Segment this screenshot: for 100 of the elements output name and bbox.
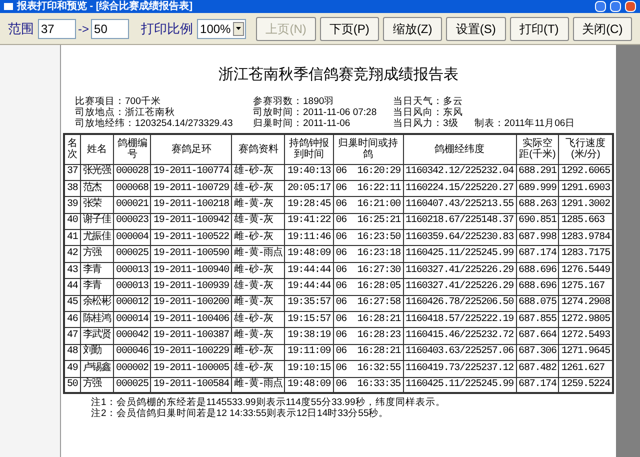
table-cell: 49 xyxy=(64,360,80,378)
table-cell: 雌-黄-灰 xyxy=(232,328,285,344)
table-cell: 42 xyxy=(64,246,80,262)
toolbar-button[interactable]: 下页(P) xyxy=(320,16,379,40)
table-cell: 李武贤 xyxy=(80,328,114,344)
table-cell: 雌-黄-灰 xyxy=(232,196,285,214)
table-cell: 688.263 xyxy=(516,196,559,214)
table-cell: 38 xyxy=(64,180,80,197)
table-cell: 687.306 xyxy=(516,344,559,361)
report-info-text: 司放地点：浙江苍南秋 xyxy=(75,107,176,118)
column-header: 姓名 xyxy=(80,134,114,164)
note-text: 注2：会员信鸽归巢时间若是12 14:33:55则表示12日14时33分55秒。 xyxy=(91,408,390,420)
toolbar-button[interactable]: 关闭(C) xyxy=(572,16,632,40)
table-cell: 687.855 xyxy=(516,312,559,328)
report-title: 浙江苍南秋季信鸽赛竞翔成绩报告表 xyxy=(218,67,458,82)
range-label: 范围 xyxy=(8,20,34,38)
toolbar-button[interactable]: 打印(T) xyxy=(510,16,569,40)
table-cell: 000025 xyxy=(114,377,151,394)
table-cell: 43 xyxy=(64,262,80,279)
table-cell: 06 16:33:35 xyxy=(333,377,404,394)
table-cell: 000042 xyxy=(114,328,151,344)
table-cell: 687.998 xyxy=(516,230,559,246)
table-cell: 余松彬 xyxy=(80,295,114,312)
table-cell: 000028 xyxy=(114,164,151,180)
table-cell: 06 16:22:11 xyxy=(333,180,404,197)
table-cell: 687.174 xyxy=(516,246,559,262)
table-cell: 45 xyxy=(64,295,80,312)
table-cell: 19-2011-100522 xyxy=(150,230,232,246)
table-cell: 19:11:09 xyxy=(284,344,334,361)
table-cell: 37 xyxy=(64,164,80,180)
table-cell: 19:40:13 xyxy=(284,164,334,180)
table-cell: 1272.9805 xyxy=(558,312,613,328)
scale-label: 打印比例 xyxy=(141,20,194,38)
table-cell: 40 xyxy=(64,213,80,230)
table-cell: 41 xyxy=(64,230,80,246)
table-cell: 张光强 xyxy=(80,164,114,180)
table-cell: 000013 xyxy=(114,262,151,279)
toolbar-button[interactable]: 缩放(Z) xyxy=(382,16,442,40)
table-cell: 雌-黄-雨点 xyxy=(232,246,285,262)
table-cell: 19-2011-100942 xyxy=(150,213,232,230)
table-cell: 1160418.57/225222.19 xyxy=(403,312,516,328)
table-cell: 李青 xyxy=(80,262,114,279)
table-cell: 1160415.46/225232.72 xyxy=(403,328,516,344)
report-date-text: 制表：2011年11月06日 xyxy=(474,118,576,129)
table-cell: 19-2011-100229 xyxy=(150,344,232,361)
table-cell: 19-2011-100774 xyxy=(150,164,232,180)
range-arrow: -> xyxy=(78,20,90,38)
table-cell: 000012 xyxy=(114,295,151,312)
column-header: 名次 xyxy=(64,134,80,164)
table-cell: 雌-砂-灰 xyxy=(232,262,285,279)
table-cell: 44 xyxy=(64,278,80,296)
table-cell: 陈桂鸿 xyxy=(80,312,114,328)
window-icon xyxy=(4,3,13,10)
table-cell: 雄-砂-灰 xyxy=(232,180,285,197)
table-cell: 1160224.15/225220.27 xyxy=(403,180,516,197)
close-button[interactable] xyxy=(625,1,636,12)
range-from-field[interactable]: 37 xyxy=(38,18,76,38)
table-cell: 19:44:44 xyxy=(284,278,334,296)
table-cell: 雌-砂-灰 xyxy=(232,344,285,361)
table-cell: 46 xyxy=(64,312,80,328)
table-cell: 张荣 xyxy=(80,196,114,214)
table-cell: 刘勤 xyxy=(80,344,114,361)
maximize-button[interactable] xyxy=(610,1,621,12)
table-cell: 000021 xyxy=(114,196,151,214)
table-cell: 1160425.11/225245.99 xyxy=(403,246,516,262)
table-cell: 688.696 xyxy=(516,262,559,279)
scale-dropdown[interactable]: 100% xyxy=(197,18,246,38)
table-cell: 1271.9645 xyxy=(558,344,613,361)
column-header: 鸽棚编号 xyxy=(114,134,151,164)
report-info-text: 当日风力：3级 xyxy=(393,118,458,129)
report-info-text: 参赛羽数：1890羽 xyxy=(253,96,336,107)
table-cell: 1261.627 xyxy=(558,360,613,378)
table-cell: 1160419.73/225237.12 xyxy=(403,360,516,378)
range-to-field[interactable]: 50 xyxy=(91,18,130,38)
minimize-button[interactable] xyxy=(595,1,606,12)
table-cell: 689.999 xyxy=(516,180,559,197)
table-cell: 19:28:45 xyxy=(284,196,334,214)
column-header: 实际空距(千米) xyxy=(516,134,559,164)
note-text: 注1：会员鸽棚的东经若是1145533.99则表示114度55分33.99秒，纬度同样表示。 xyxy=(91,397,446,408)
table-cell: 06 16:20:29 xyxy=(333,164,404,180)
table-cell: 19:48:09 xyxy=(284,246,334,262)
table-cell: 06 16:25:21 xyxy=(333,213,404,230)
table-cell: 39 xyxy=(64,196,80,214)
report-info-text: 司放地经纬：1203254.14/273329.43 xyxy=(75,118,234,129)
table-cell: 000046 xyxy=(114,344,151,361)
table-cell: 000004 xyxy=(114,230,151,246)
table-cell: 06 16:21:00 xyxy=(333,196,404,214)
table-cell: 688.696 xyxy=(516,278,559,296)
table-cell: 687.664 xyxy=(516,328,559,344)
table-cell: 000002 xyxy=(114,360,151,378)
report-info-text: 司放时间：2011-11-06 07:28 xyxy=(253,107,378,118)
table-cell: 1160359.64/225230.83 xyxy=(403,230,516,246)
column-header: 归巢时间或持鸽 xyxy=(333,134,404,164)
table-cell: 1283.7175 xyxy=(558,246,613,262)
table-cell: 1160342.12/225232.04 xyxy=(403,164,516,180)
table-cell: 卢锡鑫 xyxy=(80,360,114,378)
table-cell: 1274.2908 xyxy=(558,295,613,312)
table-cell: 06 16:23:18 xyxy=(333,246,404,262)
table-cell: 19:10:15 xyxy=(284,360,334,378)
toolbar-button[interactable]: 设置(S) xyxy=(446,16,506,40)
